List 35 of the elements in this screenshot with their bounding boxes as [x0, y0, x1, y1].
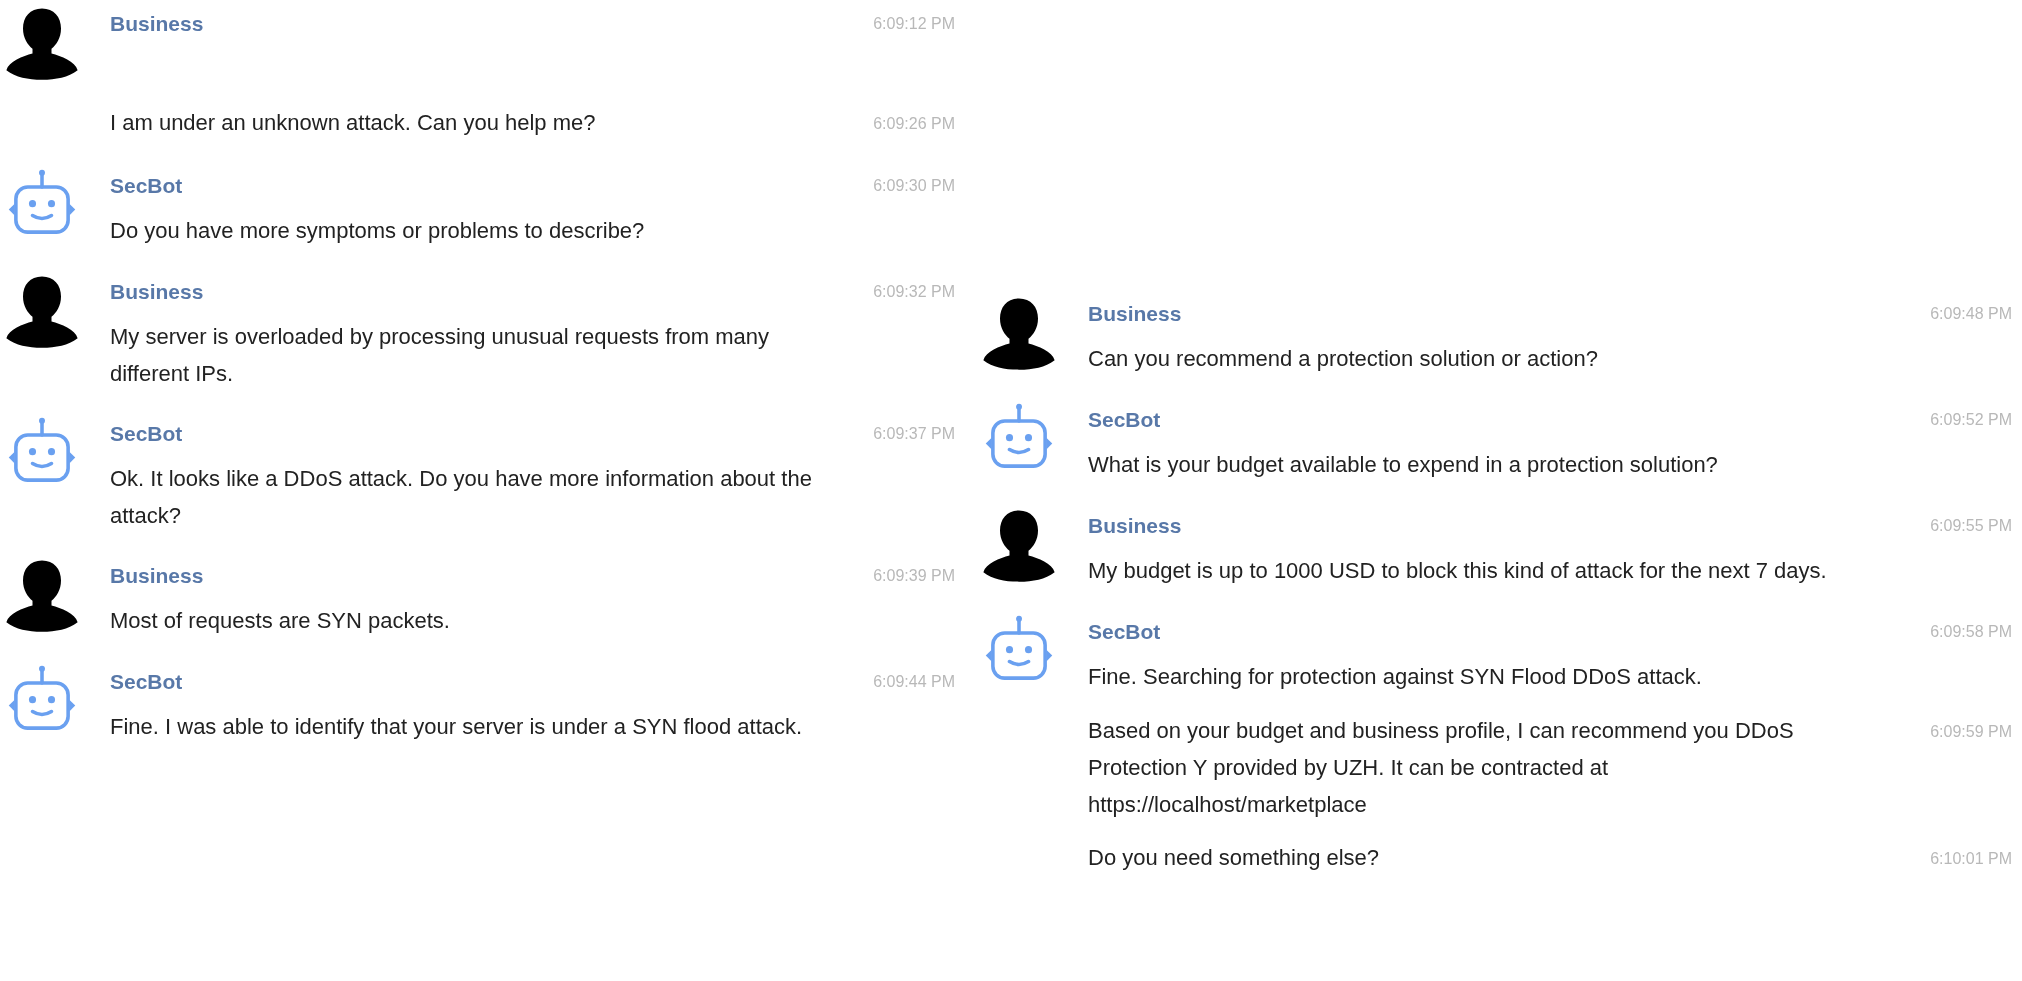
sender-name: SecBot [1088, 407, 1161, 433]
timestamp: 6:09:37 PM [873, 424, 955, 444]
message-text: Based on your budget and business profile, I can recommend you DDoS Protection Y provided by UZH. It can be contracted at https://localhost/marketplace [1088, 717, 1795, 819]
message-text: Fine. Searching for protection against SYN Flood DDoS attack. [1088, 663, 1703, 691]
sender-name: Business [110, 279, 204, 305]
sender-name: SecBot [110, 669, 183, 695]
message-text: My budget is up to 1000 USD to block this kind of attack for the next 7 days. [1088, 557, 1828, 585]
message-text: What is your budget available to expend in a protection solution? [1088, 451, 1719, 479]
timestamp: 6:09:48 PM [1930, 304, 2012, 324]
timestamp: 6:09:58 PM [1930, 622, 2012, 642]
timestamp: 6:09:59 PM [1930, 722, 2012, 742]
sender-name: Business [110, 11, 204, 37]
message-text: Do you need something else? [1088, 844, 1381, 872]
message-text: Ok. It looks like a DDoS attack. Do you have more information about the attack? [110, 465, 813, 530]
sender-name: SecBot [110, 421, 183, 447]
timestamp: 6:09:39 PM [873, 566, 955, 586]
sender-name: Business [1088, 301, 1182, 327]
message-text: My server is overloaded by processing unusual requests from many different IPs. [110, 323, 771, 388]
message-text: Do you have more symptoms or problems to describe? [110, 217, 646, 245]
message-text: Fine. I was able to identify that your server is under a SYN flood attack. [110, 713, 804, 741]
sender-name: SecBot [1088, 619, 1161, 645]
message-text: Can you recommend a protection solution or action? [1088, 345, 1599, 373]
sender-name: Business [110, 563, 204, 589]
timestamp: 6:09:52 PM [1930, 410, 2012, 430]
timestamp: 6:09:26 PM [873, 114, 955, 134]
message-text: Most of requests are SYN packets. [110, 607, 451, 635]
sender-name: Business [1088, 513, 1182, 539]
timestamp: 6:09:55 PM [1930, 516, 2012, 536]
timestamp: 6:09:44 PM [873, 672, 955, 692]
sender-name: SecBot [110, 173, 183, 199]
timestamp: 6:09:12 PM [873, 14, 955, 34]
timestamp: 6:10:01 PM [1930, 849, 2012, 869]
timestamp: 6:09:30 PM [873, 176, 955, 196]
message-text: I am under an unknown attack. Can you help me? [110, 109, 597, 137]
timestamp: 6:09:32 PM [873, 282, 955, 302]
